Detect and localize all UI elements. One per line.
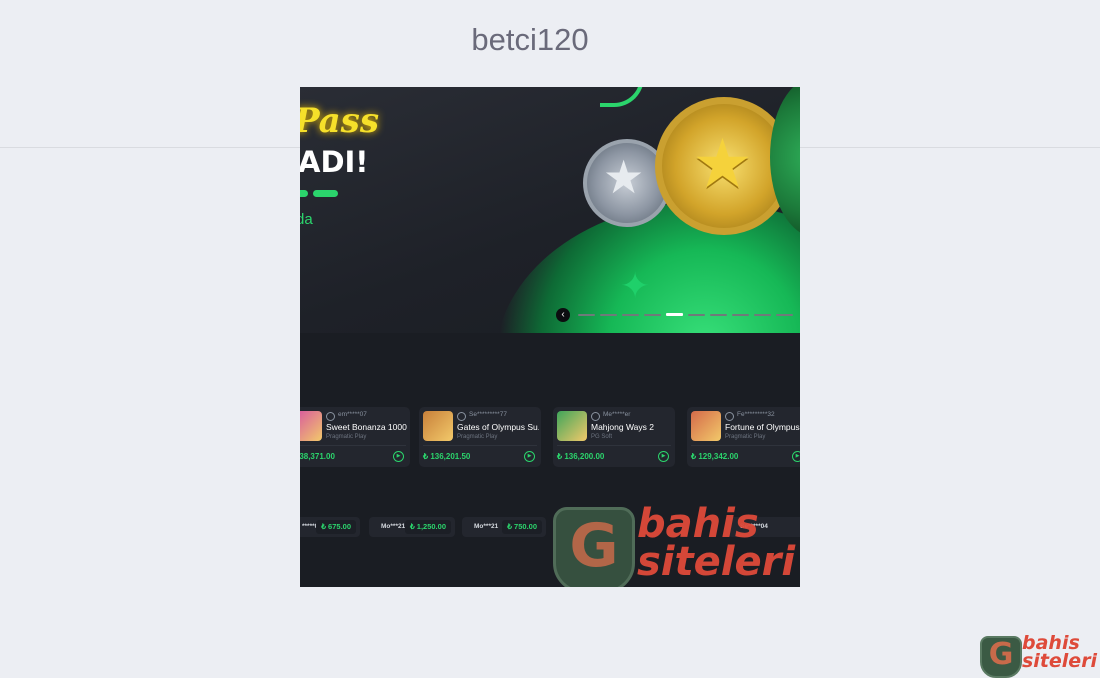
carousel-dot[interactable]	[688, 314, 705, 316]
play-icon[interactable]: ▶	[524, 451, 535, 462]
user-icon	[326, 412, 335, 421]
watermark-logo: G bahis siteleri	[553, 501, 800, 587]
gold-star-icon: ★	[692, 125, 753, 204]
winner-card[interactable]: em*****07 Sweet Bonanza 1000 Pragmatic Pla…	[300, 407, 410, 467]
carousel-prev-button[interactable]: ‹	[556, 308, 570, 322]
winner-card[interactable]: Fe*********32 Fortune of Olympus Pragmatic…	[687, 407, 800, 467]
game-provider: PG Soft	[591, 434, 613, 440]
play-icon[interactable]: ▶	[393, 451, 404, 462]
promo-pill-large	[313, 190, 338, 197]
winner-username: em*****07	[338, 411, 367, 418]
play-icon[interactable]: ▶	[792, 451, 800, 462]
game-provider: Pragmatic Play	[725, 434, 766, 440]
carousel-dot[interactable]	[622, 314, 639, 316]
promo-caption: da	[300, 211, 313, 228]
win-amount: ₺ 136,200.00	[557, 452, 605, 461]
carousel-dot[interactable]	[754, 314, 771, 316]
win-amount: ₺ 38,371.00	[300, 452, 335, 461]
game-thumbnail	[300, 411, 322, 441]
corner-watermark-line2: siteleri	[1022, 650, 1098, 672]
page-title: betci120	[471, 22, 589, 57]
ticker-amount: ₺ 675.00	[316, 520, 356, 534]
game-name: Mahjong Ways 2	[591, 422, 654, 432]
game-thumbnail	[691, 411, 721, 441]
winner-username: Fe*********32	[737, 411, 775, 418]
carousel-dot[interactable]	[644, 314, 661, 316]
carousel-dot[interactable]	[710, 314, 727, 316]
user-icon	[591, 412, 600, 421]
card-divider	[423, 445, 537, 446]
carousel-dot[interactable]	[732, 314, 749, 316]
game-name: Fortune of Olympus	[725, 422, 800, 432]
game-thumbnail	[557, 411, 587, 441]
game-thumbnail	[423, 411, 453, 441]
game-provider: Pragmatic Play	[457, 434, 498, 440]
watermark-letter: G	[569, 511, 619, 581]
card-divider	[557, 445, 671, 446]
site-screenshot: ★ ★ ✦ Pass ADI! da ‹ em*****07 Sweet Bona…	[300, 87, 800, 587]
carousel-dot[interactable]	[776, 314, 793, 316]
ticker-item: *****06 ₺ 675.00	[300, 517, 360, 537]
ticker-amount: ₺ 750.00	[502, 520, 542, 534]
promo-subtitle: ADI!	[300, 145, 369, 179]
carousel-indicator: ‹	[556, 308, 800, 322]
winner-card[interactable]: Se*********77 Gates of Olympus Su... Pragm…	[419, 407, 541, 467]
game-name: Sweet Bonanza 1000	[326, 422, 407, 432]
winner-card[interactable]: Me*****er Mahjong Ways 2 PG Soft ₺ 136,200.…	[553, 407, 675, 467]
corner-watermark-logo: G bahis siteleri	[980, 632, 1100, 678]
user-icon	[725, 412, 734, 421]
win-amount: ₺ 136,201.50	[423, 452, 471, 461]
ticker-item: Mo***21 ₺ 1,250.00	[369, 517, 455, 537]
card-divider	[691, 445, 800, 446]
carousel-dot[interactable]	[578, 314, 595, 316]
silver-star-icon: ★	[603, 150, 645, 204]
game-name: Gates of Olympus Su...	[457, 422, 539, 432]
promo-title: Pass	[300, 101, 379, 141]
ticker-amount: ₺ 1,250.00	[404, 520, 451, 534]
watermark-text-line2: siteleri	[637, 539, 796, 585]
game-provider: Pragmatic Play	[326, 434, 367, 440]
green-star-icon: ✦	[620, 266, 651, 307]
corner-watermark-letter: G	[988, 637, 1014, 672]
ticker-username: Mo***21	[474, 523, 499, 530]
win-amount: ₺ 129,342.00	[691, 452, 739, 461]
winner-username: Me*****er	[603, 411, 631, 418]
play-icon[interactable]: ▶	[658, 451, 669, 462]
ticker-username: Mo***21	[381, 523, 406, 530]
ticker-item: Mo***21 ₺ 750.00	[462, 517, 546, 537]
user-icon	[457, 412, 466, 421]
carousel-dot[interactable]	[600, 314, 617, 316]
promo-pill-small	[300, 190, 308, 197]
card-divider	[300, 445, 406, 446]
carousel-dot[interactable]	[666, 313, 683, 316]
decorative-arc	[600, 87, 644, 107]
hero-banner[interactable]: ★ ★ ✦ Pass ADI! da ‹	[300, 87, 800, 333]
winner-username: Se*********77	[469, 411, 507, 418]
